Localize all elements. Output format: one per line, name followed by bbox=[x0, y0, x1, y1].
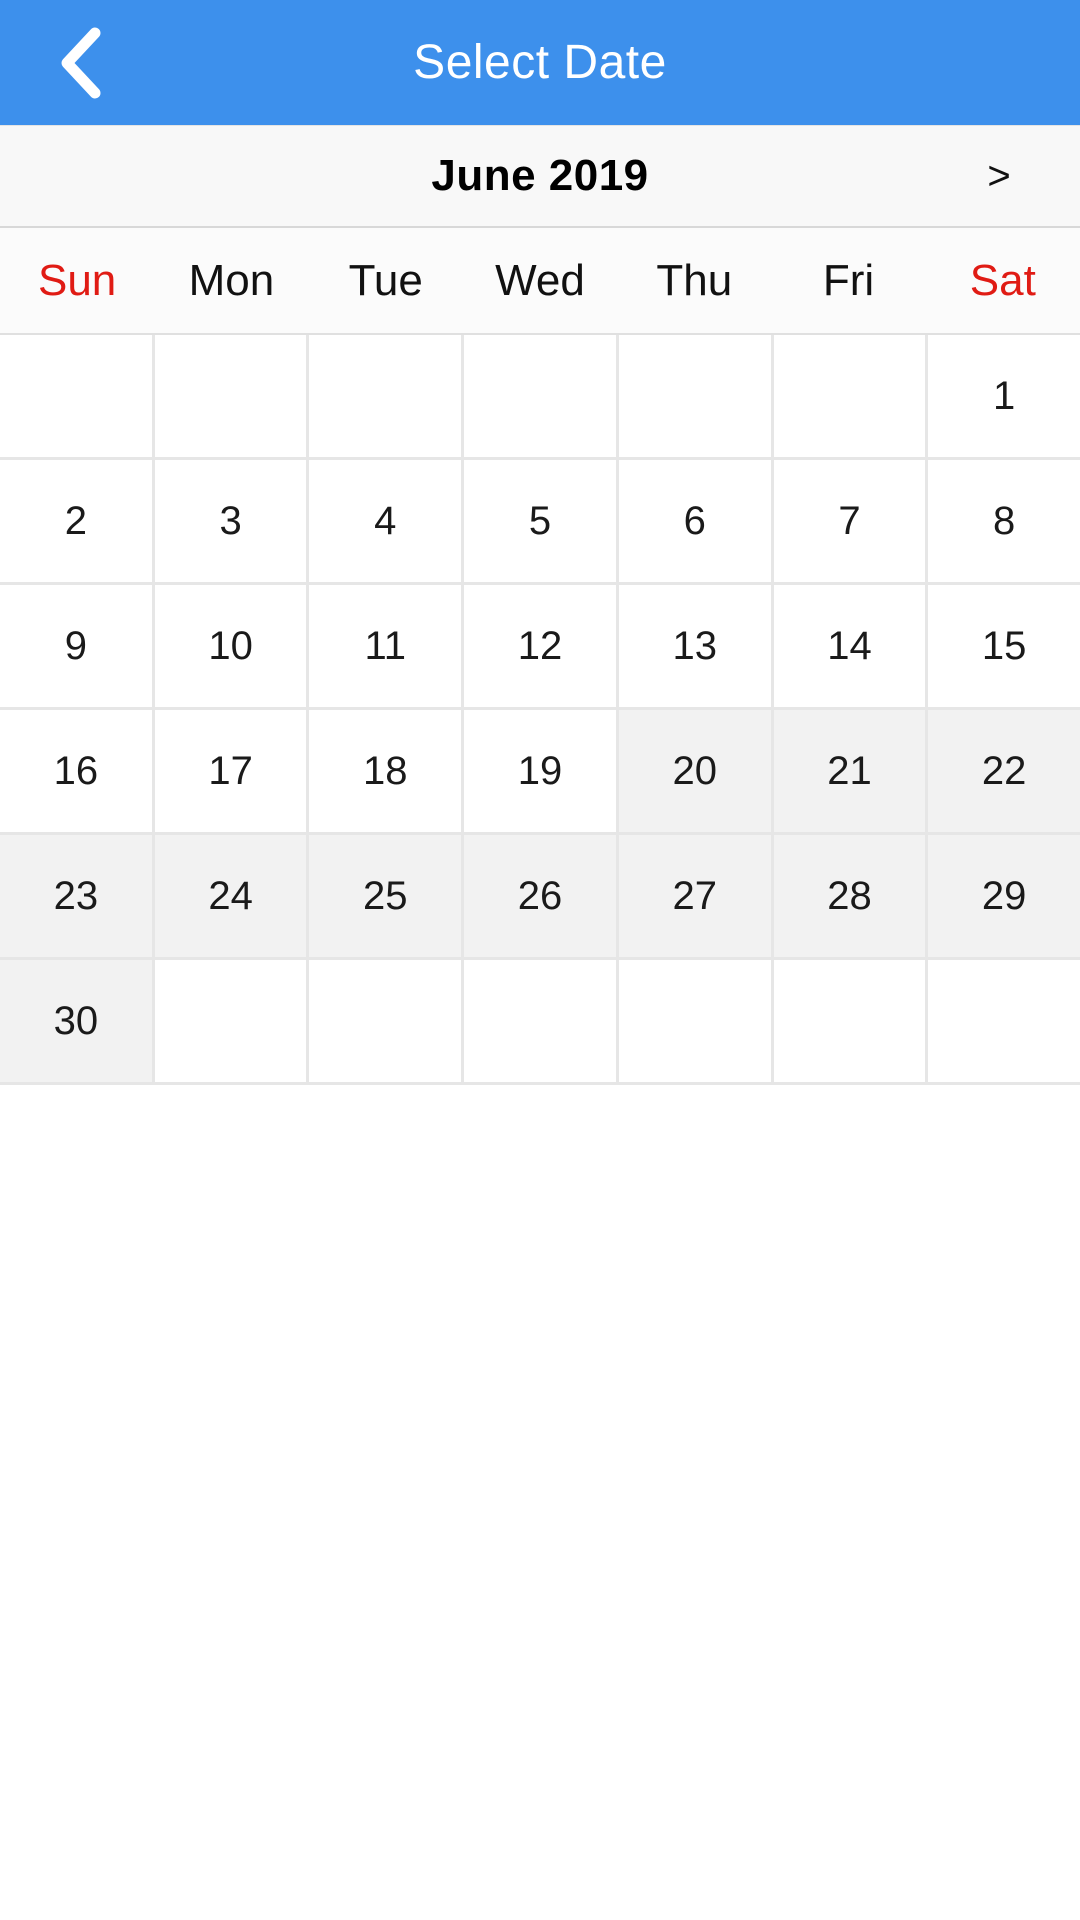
app-bar: Select Date bbox=[0, 0, 1080, 125]
calendar-cell-empty bbox=[773, 960, 929, 1085]
calendar-day-cell[interactable]: 27 bbox=[618, 835, 774, 960]
day-number: 1 bbox=[993, 374, 1016, 418]
day-number: 26 bbox=[517, 874, 563, 918]
calendar-day-cell[interactable]: 20 bbox=[618, 710, 774, 835]
day-number: 17 bbox=[208, 749, 253, 793]
calendar-cell-empty bbox=[154, 335, 310, 460]
day-number: 13 bbox=[672, 624, 717, 668]
day-number: 15 bbox=[981, 624, 1027, 668]
month-year-label: June 2019 bbox=[431, 151, 649, 200]
calendar-day-cell[interactable]: 30 bbox=[0, 960, 155, 1085]
day-number: 8 bbox=[993, 499, 1016, 543]
day-number: 14 bbox=[827, 624, 872, 668]
calendar-day-cell[interactable]: 24 bbox=[154, 835, 310, 960]
day-number: 16 bbox=[53, 749, 99, 793]
calendar-day-cell[interactable]: 17 bbox=[154, 710, 310, 835]
weekday-header-row: Sun Mon Tue Wed Thu Fri Sat bbox=[0, 228, 1080, 333]
calendar-day-cell[interactable]: 23 bbox=[0, 835, 155, 960]
calendar-cell-empty bbox=[309, 335, 465, 460]
day-number: 20 bbox=[672, 749, 717, 793]
calendar-day-cell[interactable]: 9 bbox=[0, 585, 155, 710]
day-number: 12 bbox=[517, 624, 563, 668]
day-number: 18 bbox=[363, 749, 408, 793]
calendar-day-cell[interactable]: 12 bbox=[464, 585, 619, 710]
day-number: 6 bbox=[683, 499, 706, 543]
day-number: 30 bbox=[53, 999, 99, 1043]
back-button[interactable] bbox=[30, 0, 130, 125]
day-number: 29 bbox=[981, 874, 1027, 918]
weekday-label-sun: Sun bbox=[37, 256, 117, 305]
day-number: 3 bbox=[219, 499, 242, 543]
calendar-day-cell[interactable]: 7 bbox=[773, 460, 929, 585]
day-number: 9 bbox=[64, 624, 87, 668]
content-filler bbox=[0, 1085, 1080, 1920]
weekday-label-sat: Sat bbox=[969, 256, 1036, 305]
weekday-label-mon: Mon bbox=[188, 256, 275, 305]
calendar-day-cell[interactable]: 21 bbox=[773, 710, 929, 835]
calendar-cell-empty bbox=[618, 960, 774, 1085]
calendar-day-cell[interactable]: 4 bbox=[309, 460, 465, 585]
calendar-day-cell[interactable]: 25 bbox=[309, 835, 465, 960]
calendar-cell-empty bbox=[309, 960, 465, 1085]
calendar-day-cell[interactable]: 18 bbox=[309, 710, 465, 835]
calendar-week-row: 2 3 4 5 6 7 8 bbox=[0, 460, 1080, 585]
calendar-week-row: 16 17 18 19 20 21 22 bbox=[0, 710, 1080, 835]
calendar-day-cell[interactable]: 19 bbox=[464, 710, 619, 835]
weekday-label-wed: Wed bbox=[495, 256, 585, 305]
prev-month-button[interactable] bbox=[0, 126, 150, 226]
day-number: 23 bbox=[53, 874, 99, 918]
calendar-day-cell[interactable]: 15 bbox=[928, 585, 1080, 710]
calendar-day-cell[interactable]: 10 bbox=[154, 585, 310, 710]
calendar-cell-empty bbox=[773, 335, 929, 460]
day-number: 25 bbox=[363, 874, 408, 918]
next-month-button[interactable]: > bbox=[954, 126, 1044, 226]
day-number: 21 bbox=[827, 749, 872, 793]
weekday-label-tue: Tue bbox=[348, 256, 423, 305]
day-number: 2 bbox=[64, 499, 87, 543]
day-number: 28 bbox=[827, 874, 872, 918]
calendar-day-cell[interactable]: 29 bbox=[928, 835, 1080, 960]
calendar-day-cell[interactable]: 26 bbox=[464, 835, 619, 960]
calendar-day-cell[interactable]: 1 bbox=[928, 335, 1080, 460]
day-number: 5 bbox=[528, 499, 552, 543]
chevron-left-icon bbox=[57, 25, 103, 101]
page-title: Select Date bbox=[413, 36, 667, 89]
calendar-day-cell[interactable]: 3 bbox=[154, 460, 310, 585]
calendar-day-cell[interactable]: 11 bbox=[309, 585, 465, 710]
calendar-cell-empty bbox=[464, 335, 619, 460]
calendar-day-cell[interactable]: 6 bbox=[618, 460, 774, 585]
weekday-label-thu: Thu bbox=[656, 256, 733, 305]
calendar-day-cell[interactable]: 13 bbox=[618, 585, 774, 710]
calendar-day-cell[interactable]: 28 bbox=[773, 835, 929, 960]
select-date-screen: Select Date June 2019 > Sun Mon Tue Wed … bbox=[0, 0, 1080, 1920]
day-number: 24 bbox=[208, 874, 253, 918]
calendar-day-cell[interactable]: 8 bbox=[928, 460, 1080, 585]
day-number: 10 bbox=[208, 624, 253, 668]
day-number: 4 bbox=[374, 499, 397, 543]
weekday-label-fri: Fri bbox=[822, 256, 875, 305]
calendar-week-row: 23 24 25 26 27 28 29 bbox=[0, 835, 1080, 960]
calendar-day-cell[interactable]: 2 bbox=[0, 460, 155, 585]
calendar-day-cell[interactable]: 16 bbox=[0, 710, 155, 835]
calendar-cell-empty bbox=[0, 335, 155, 460]
calendar-grid: 1 2 3 4 5 6 7 8 9 10 11 12 13 14 15 16 17 18 19 20 21 22 23 24 2… bbox=[0, 333, 1080, 1085]
calendar-day-cell[interactable]: 14 bbox=[773, 585, 929, 710]
month-nav-bar: June 2019 > bbox=[0, 125, 1080, 228]
day-number: 22 bbox=[981, 749, 1027, 793]
day-number: 19 bbox=[517, 749, 563, 793]
calendar-week-row: 30 bbox=[0, 960, 1080, 1085]
calendar-day-cell[interactable]: 22 bbox=[928, 710, 1080, 835]
day-number: 11 bbox=[364, 624, 407, 668]
calendar-day-cell[interactable]: 5 bbox=[464, 460, 619, 585]
day-number: 27 bbox=[672, 874, 717, 918]
calendar-cell-empty bbox=[928, 960, 1080, 1085]
calendar-week-row: 1 bbox=[0, 335, 1080, 460]
calendar-cell-empty bbox=[464, 960, 619, 1085]
calendar-cell-empty bbox=[618, 335, 774, 460]
calendar-week-row: 9 10 11 12 13 14 15 bbox=[0, 585, 1080, 710]
day-number: 7 bbox=[838, 499, 861, 543]
calendar-cell-empty bbox=[154, 960, 310, 1085]
